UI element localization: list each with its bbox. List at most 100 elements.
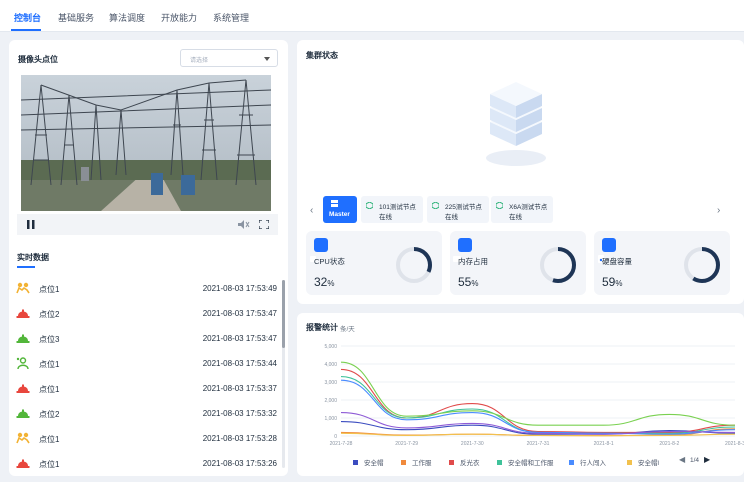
- list-item[interactable]: 点位1 2021-08-03 17:53:26: [9, 452, 283, 472]
- legend-item[interactable]: 安全帽和工作服: [497, 457, 554, 467]
- cpu-icon: [310, 238, 328, 262]
- cube-icon: [496, 202, 503, 209]
- chevron-down-icon: [264, 57, 270, 61]
- substation-image: [21, 75, 271, 211]
- node-name: 225测试节点: [445, 204, 482, 211]
- tab-active-indicator: [17, 266, 35, 268]
- legend-label: 安全帽: [364, 460, 384, 467]
- red-helmet-icon: [16, 459, 30, 468]
- camera-title: 摄像头点位: [18, 55, 58, 64]
- server-stack-icon: [486, 82, 546, 166]
- list-item-name: 点位1: [39, 385, 60, 394]
- list-scrollbar[interactable]: [282, 280, 285, 468]
- legend-item[interactable]: 安全帽l: [627, 457, 659, 467]
- x-tick-label: 2021-8-1: [594, 441, 614, 447]
- list-item[interactable]: 点位1 2021-08-03 17:53:44: [9, 352, 283, 377]
- node-card-master[interactable]: Master: [323, 196, 357, 223]
- series-line: [340, 368, 736, 433]
- camera-select[interactable]: 请选择: [180, 49, 278, 67]
- legend-swatch: [627, 460, 632, 465]
- metric-label: 内存占用: [458, 257, 488, 266]
- list-item-name: 点位2: [39, 310, 60, 319]
- disk-icon: [598, 238, 616, 263]
- legend-next-button[interactable]: ▶: [704, 455, 710, 464]
- metric-memory: 内存占用 55%: [450, 231, 586, 295]
- node-card-225[interactable]: 225测试节点 在线: [427, 196, 489, 223]
- list-item[interactable]: 点位2 2021-08-03 17:53:32: [9, 402, 283, 427]
- list-item-time: 2021-08-03 17:53:49: [202, 284, 277, 293]
- x-tick-label: 2021-7-29: [395, 441, 418, 447]
- green-helmet-icon: [16, 409, 30, 418]
- list-item-name: 点位1: [39, 285, 60, 294]
- y-tick-label: 0: [334, 434, 337, 440]
- carousel-prev-button[interactable]: ‹: [310, 205, 313, 216]
- list-item-time: 2021-08-03 17:53:44: [202, 359, 277, 368]
- legend-pager: 1/4: [690, 457, 700, 464]
- legend-label: 行人闯入: [580, 460, 606, 467]
- list-item-time: 2021-08-03 17:53:28: [202, 434, 277, 443]
- legend-item[interactable]: 行人闯入: [569, 457, 606, 467]
- list-item[interactable]: 点位3 2021-08-03 17:53:47: [9, 327, 283, 352]
- node-status: 在线: [445, 214, 458, 221]
- list-item[interactable]: 点位1 2021-08-03 17:53:37: [9, 377, 283, 402]
- scrollbar-thumb[interactable]: [282, 280, 285, 348]
- node-status: 在线: [379, 214, 392, 221]
- list-item[interactable]: 点位1 2021-08-03 17:53:49: [9, 277, 283, 302]
- mute-icon[interactable]: [238, 220, 250, 229]
- list-item-time: 2021-08-03 17:53:47: [202, 309, 277, 318]
- red-helmet-icon: [16, 384, 30, 393]
- cube-icon: [432, 202, 439, 209]
- node-status: 在线: [509, 214, 522, 221]
- nav-open-capability[interactable]: 开放能力: [161, 11, 197, 24]
- x-tick-label: 2021-7-30: [461, 441, 484, 447]
- legend-swatch: [353, 460, 358, 465]
- legend-swatch: [449, 460, 454, 465]
- realtime-list: 点位1 2021-08-03 17:53:49 点位2 2021-08-03 1…: [9, 277, 283, 472]
- nav-system-management[interactable]: 系统管理: [213, 11, 249, 24]
- memory-ring-gauge: [540, 247, 576, 283]
- camera-video[interactable]: [21, 75, 271, 211]
- y-tick-label: 4,000: [324, 362, 337, 368]
- legend-prev-button[interactable]: ◀: [679, 455, 685, 464]
- cluster-title: 集群状态: [306, 51, 338, 60]
- legend-item[interactable]: 反光衣: [449, 457, 480, 467]
- pause-icon[interactable]: [27, 220, 35, 229]
- list-item-time: 2021-08-03 17:53:32: [202, 409, 277, 418]
- list-item[interactable]: 点位2 2021-08-03 17:53:47: [9, 302, 283, 327]
- green-worker-icon: [16, 357, 29, 369]
- y-tick-label: 2,000: [324, 398, 337, 404]
- active-nav-indicator: [11, 29, 41, 31]
- legend-item[interactable]: 工作服: [401, 457, 432, 467]
- camera-select-placeholder: 请选择: [190, 58, 209, 64]
- memory-icon: [453, 238, 472, 262]
- worker-alert-icon: [16, 432, 30, 444]
- legend-swatch: [569, 460, 574, 465]
- list-item-name: 点位2: [39, 410, 60, 419]
- alarm-line-chart: 5,000 4,000 3,000 2,000 1,000 02021-7-28 2021-…: [324, 344, 744, 447]
- series-line: [340, 379, 736, 435]
- fullscreen-icon[interactable]: [259, 220, 269, 229]
- nav-basic-services[interactable]: 基础服务: [58, 11, 94, 24]
- cpu-ring-gauge: [396, 247, 432, 283]
- nav-dashboard[interactable]: 控制台: [14, 11, 41, 24]
- video-controls: [17, 214, 278, 235]
- carousel-next-button[interactable]: ›: [717, 205, 720, 216]
- x-tick-label: 2021-7-28: [330, 441, 353, 447]
- legend-swatch: [401, 460, 406, 465]
- nav-algorithm-scheduling[interactable]: 算法调度: [109, 11, 145, 24]
- legend-label: 工作服: [412, 460, 432, 467]
- node-card-101[interactable]: 101测试节点 在线: [361, 196, 423, 223]
- node-card-x6a[interactable]: X6A测试节点 在线: [491, 196, 553, 223]
- green-helmet-icon: [16, 334, 30, 343]
- tab-realtime-data[interactable]: 实时数据: [17, 252, 49, 263]
- list-item[interactable]: 点位1 2021-08-03 17:53:28: [9, 427, 283, 452]
- x-tick-label: 2021-8-3: [725, 441, 744, 447]
- top-nav: 控制台 基础服务 算法调度 开放能力 系统管理: [0, 0, 744, 32]
- legend-item[interactable]: 安全帽: [353, 457, 384, 467]
- metric-label: CPU状态: [314, 257, 345, 266]
- node-name: 101测试节点: [379, 204, 416, 211]
- x-tick-label: 2021-7-31: [527, 441, 550, 447]
- disk-ring-gauge: [684, 247, 720, 283]
- y-tick-label: 3,000: [324, 380, 337, 386]
- node-name: X6A测试节点: [509, 204, 548, 211]
